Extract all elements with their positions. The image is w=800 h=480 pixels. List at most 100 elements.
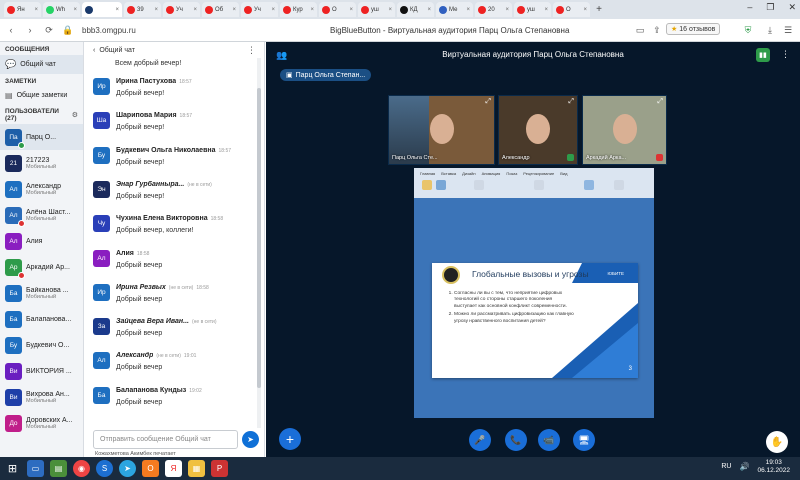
tab-close-icon[interactable]: × bbox=[583, 7, 587, 13]
webcam-tile[interactable]: ⤢ Аркадий Арка... bbox=[582, 95, 667, 165]
skype-icon[interactable]: S bbox=[96, 460, 113, 477]
chrome-icon[interactable]: ◉ bbox=[73, 460, 90, 477]
raise-hand-button[interactable]: ✋ bbox=[766, 431, 788, 453]
browser-tab[interactable]: О × bbox=[553, 2, 590, 17]
clock[interactable]: 19:03 06.12.2022 bbox=[757, 459, 790, 475]
browser-tab[interactable]: Ме × bbox=[436, 2, 473, 17]
user-list-item[interactable]: Бу Будкевич О... bbox=[0, 332, 83, 358]
close-window-icon[interactable]: ✕ bbox=[788, 2, 796, 13]
user-list-item[interactable]: Ал Алия bbox=[0, 228, 83, 254]
volume-icon[interactable]: 🔊 bbox=[739, 462, 749, 471]
public-chat-item[interactable]: 💬 Общий чат bbox=[0, 55, 83, 74]
reviews-badge[interactable]: ★ 16 отзывов bbox=[666, 23, 721, 35]
tab-close-icon[interactable]: × bbox=[544, 7, 548, 13]
user-list-item[interactable]: Ви Вихрова Ан... Мобильный bbox=[0, 384, 83, 410]
ok-icon[interactable]: О bbox=[142, 460, 159, 477]
browser-tab[interactable]: 20 × bbox=[475, 2, 512, 17]
files-icon[interactable]: ▦ bbox=[188, 460, 205, 477]
gear-icon[interactable]: ⚙ bbox=[72, 111, 78, 119]
explorer-icon[interactable]: ▭ bbox=[27, 460, 44, 477]
audio-button[interactable]: 📞 bbox=[505, 429, 527, 451]
presenter-badge[interactable]: ▣ Парц Ольга Степан... bbox=[280, 69, 372, 81]
tab-close-icon[interactable]: × bbox=[271, 7, 275, 13]
avatar: Ал bbox=[5, 206, 25, 227]
message-body: Алия 18:58 Добрый вечер bbox=[116, 250, 162, 269]
url-field[interactable]: bbb3.omgpu.ru bbox=[82, 26, 136, 35]
options-menu-icon[interactable]: ⋮ bbox=[781, 49, 790, 60]
browser-tab[interactable]: КД × bbox=[397, 2, 434, 17]
tab-close-icon[interactable]: × bbox=[154, 7, 158, 13]
tab-close-icon[interactable]: × bbox=[73, 7, 77, 13]
user-list-item[interactable]: Ба Байканова ... Мобильный bbox=[0, 280, 83, 306]
actions-button[interactable]: + bbox=[279, 428, 301, 450]
camera-button[interactable]: 📹 bbox=[538, 429, 560, 451]
user-list-item[interactable]: Ба Балапанова... bbox=[0, 306, 83, 332]
share-icon[interactable]: ⇪ bbox=[651, 24, 663, 36]
new-tab-button[interactable]: + bbox=[592, 3, 606, 17]
tab-close-icon[interactable]: × bbox=[388, 7, 392, 13]
user-list-item[interactable]: Ар Аркадий Ар... bbox=[0, 254, 83, 280]
chat-options-icon[interactable]: ⋮ bbox=[247, 45, 256, 56]
tab-close-icon[interactable]: × bbox=[349, 7, 353, 13]
chat-scrollbar[interactable] bbox=[257, 58, 261, 428]
chat-input[interactable]: Отправить сообщение Общий чат bbox=[93, 430, 238, 449]
send-button[interactable]: ➤ bbox=[242, 431, 259, 448]
user-list-item[interactable]: До Доровских А... Мобильный bbox=[0, 410, 83, 436]
browser-tab[interactable]: Уч × bbox=[241, 2, 278, 17]
tab-close-icon[interactable]: × bbox=[232, 7, 236, 13]
browser-tab[interactable]: Об × bbox=[202, 2, 239, 17]
connection-status-icon[interactable]: ▮▮ bbox=[756, 48, 770, 62]
user-list-item[interactable]: Ви ВИКТОРИЯ ... bbox=[0, 358, 83, 384]
shared-notes-item[interactable]: ▤ Общие заметки bbox=[0, 87, 83, 104]
maximize-icon[interactable]: ❐ bbox=[766, 2, 774, 13]
browser-tab[interactable]: Уч × bbox=[163, 2, 200, 17]
forward-icon[interactable]: › bbox=[23, 23, 37, 37]
user-list-item[interactable]: Ал Александр Мобильный bbox=[0, 176, 83, 202]
avatar-initials: Па bbox=[9, 133, 18, 141]
scroll-thumb[interactable] bbox=[257, 88, 261, 388]
browser-tab[interactable]: × bbox=[82, 2, 122, 17]
tab-close-icon[interactable]: × bbox=[34, 7, 38, 13]
webcam-tile[interactable]: ⤢ Парц Ольга Сте... bbox=[388, 95, 495, 165]
tab-close-icon[interactable]: × bbox=[427, 7, 431, 13]
browser-tab[interactable]: О × bbox=[319, 2, 356, 17]
shield-icon[interactable]: ⛨ bbox=[742, 24, 754, 36]
webcam-tile[interactable]: ⤢ Александр bbox=[498, 95, 578, 165]
fullscreen-icon[interactable]: ⤢ bbox=[485, 98, 491, 106]
browser-tab[interactable]: Wh × bbox=[43, 2, 80, 17]
screenshare-button[interactable]: 🖥 bbox=[573, 429, 595, 451]
tab-close-icon[interactable]: × bbox=[505, 7, 509, 13]
tab-close-icon[interactable]: × bbox=[310, 7, 314, 13]
presentation-app-icon[interactable]: P bbox=[211, 460, 228, 477]
fullscreen-icon[interactable]: ⤢ bbox=[568, 98, 574, 106]
language-indicator[interactable]: RU bbox=[721, 463, 731, 470]
user-list-item[interactable]: Па Парц О... bbox=[0, 124, 83, 150]
tab-label: КД bbox=[410, 6, 418, 13]
hide-chat-icon[interactable]: ‹ bbox=[93, 47, 95, 54]
browser-tab[interactable]: 39 × bbox=[124, 2, 161, 17]
yandex-browser-icon[interactable]: Я bbox=[165, 460, 182, 477]
telegram-icon[interactable]: ➤ bbox=[119, 460, 136, 477]
back-icon[interactable]: ‹ bbox=[4, 23, 18, 37]
reload-icon[interactable]: ⟳ bbox=[42, 23, 56, 37]
minimize-icon[interactable]: – bbox=[747, 2, 752, 13]
browser-tab[interactable]: Ян × bbox=[4, 2, 41, 17]
browser-tab[interactable]: уш × bbox=[358, 2, 395, 17]
bookmarks-icon[interactable]: ▭ bbox=[634, 24, 646, 36]
user-list-item[interactable]: Ал Алёна Шаст... Мобильный bbox=[0, 202, 83, 228]
fullscreen-icon[interactable]: ⤢ bbox=[657, 98, 663, 106]
tab-close-icon[interactable]: × bbox=[466, 7, 470, 13]
browser-tab[interactable]: уш × bbox=[514, 2, 551, 17]
ribbon-tab: Вставка bbox=[441, 171, 457, 176]
tab-close-icon[interactable]: × bbox=[115, 7, 119, 13]
folder-icon[interactable]: ▤ bbox=[50, 460, 67, 477]
browser-tab[interactable]: Кур × bbox=[280, 2, 317, 17]
microphone-button[interactable]: 🎤 bbox=[469, 429, 491, 451]
start-icon[interactable]: ⊞ bbox=[4, 460, 21, 477]
message-time: 19:01 bbox=[183, 353, 197, 360]
download-icon[interactable]: ⤓ bbox=[764, 24, 776, 36]
browser-menu-icon[interactable]: ☰ bbox=[782, 24, 794, 36]
tab-close-icon[interactable]: × bbox=[193, 7, 197, 13]
user-list-item[interactable]: 21 217223 Мобильный bbox=[0, 150, 83, 176]
mic-status-icon bbox=[567, 154, 574, 161]
